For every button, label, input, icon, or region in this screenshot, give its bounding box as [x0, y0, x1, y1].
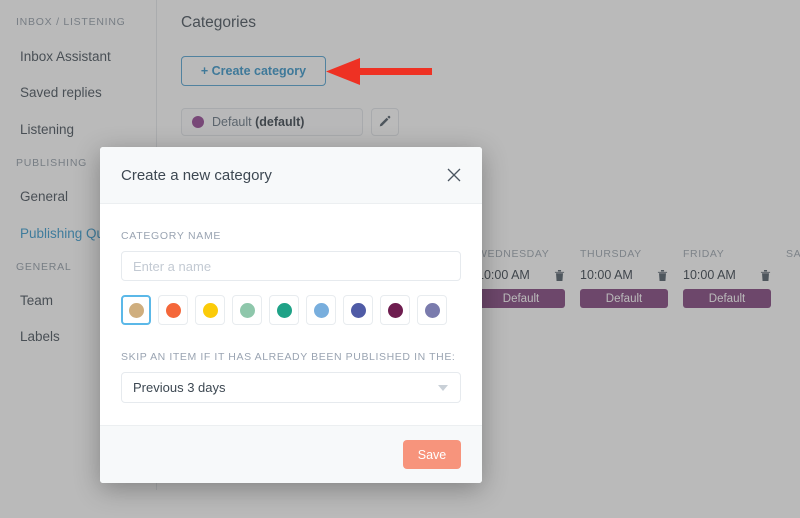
trash-icon[interactable] [657, 269, 668, 282]
skip-rule-select[interactable]: Previous 3 days [121, 372, 461, 403]
sidebar-item-listening[interactable]: Listening [0, 123, 74, 137]
color-swatch-mint[interactable] [232, 295, 262, 325]
sidebar-group-title-publishing: PUBLISHING [16, 157, 88, 169]
color-swatch-teal[interactable] [269, 295, 299, 325]
color-dot-orange [165, 302, 181, 318]
color-dot-teal [276, 302, 292, 318]
category-name-input[interactable] [121, 251, 461, 281]
color-dot-plum [387, 302, 403, 318]
color-swatch-group [121, 295, 461, 325]
category-chip-default[interactable]: Default (default) [181, 108, 363, 136]
close-icon [447, 168, 461, 182]
calendar-column: THURSDAY 10:00 AM Default [580, 248, 683, 308]
calendar-slot-row: 10:00 AM [580, 266, 668, 284]
modal-body: CATEGORY NAME Enter a name SKIP AN ITEM … [100, 204, 482, 425]
pencil-icon [379, 115, 391, 127]
sidebar-item-general-publishing[interactable]: General [0, 190, 68, 204]
color-dot-yellow [202, 302, 218, 318]
color-swatch-light-blue[interactable] [306, 295, 336, 325]
category-list-row: Default (default) [181, 108, 399, 136]
sidebar-item-team[interactable]: Team [0, 294, 53, 308]
trash-icon[interactable] [760, 269, 771, 282]
calendar-category-pill[interactable]: Default [580, 289, 668, 308]
color-swatch-slate-purple[interactable] [417, 295, 447, 325]
category-chip-label: Default (default) [212, 115, 304, 129]
calendar-day-label: SA [786, 248, 800, 260]
trash-icon[interactable] [554, 269, 565, 282]
skip-rule-label: SKIP AN ITEM IF IT HAS ALREADY BEEN PUBL… [121, 351, 456, 363]
save-button[interactable]: Save [403, 440, 461, 469]
color-dot-slate-purple [424, 302, 440, 318]
color-dot-mint [239, 302, 255, 318]
screenshot-root: INBOX / LISTENING Inbox Assistant Saved … [0, 0, 800, 518]
calendar-slot-row: 10:00 AM [683, 266, 771, 284]
calendar-day-label: FRIDAY [683, 248, 725, 260]
color-dot-indigo [350, 302, 366, 318]
sidebar-item-saved-replies[interactable]: Saved replies [0, 86, 102, 100]
create-category-button[interactable]: + Create category [181, 56, 326, 86]
color-dot-light-blue [313, 302, 329, 318]
calendar-column: WEDNESDAY 10:00 AM Default [477, 248, 580, 308]
category-chip-suffix: (default) [255, 115, 305, 129]
close-modal-button[interactable] [444, 165, 464, 185]
modal-header: Create a new category [100, 147, 482, 204]
chevron-down-icon [438, 384, 448, 391]
calendar-column: SA [786, 248, 800, 308]
category-chip-name: Default [212, 115, 252, 129]
color-swatch-tan[interactable] [121, 295, 151, 325]
publishing-calendar: WEDNESDAY 10:00 AM Default THURSDAY 10:0… [477, 248, 800, 308]
sidebar-group-title-inbox: INBOX / LISTENING [16, 16, 126, 28]
category-name-label: CATEGORY NAME [121, 230, 222, 242]
color-swatch-indigo[interactable] [343, 295, 373, 325]
sidebar-group-title-general: GENERAL [16, 261, 72, 273]
calendar-day-label: THURSDAY [580, 248, 642, 260]
sidebar-item-labels[interactable]: Labels [0, 330, 60, 344]
calendar-slot-time: 10:00 AM [683, 268, 736, 282]
skip-rule-selected-value: Previous 3 days [133, 380, 226, 395]
edit-category-button[interactable] [371, 108, 399, 136]
color-dot-tan [128, 302, 144, 318]
calendar-day-label: WEDNESDAY [477, 248, 550, 260]
create-category-modal: Create a new category CATEGORY NAME Ente… [100, 147, 482, 483]
sidebar-item-inbox-assistant[interactable]: Inbox Assistant [0, 50, 111, 64]
color-swatch-plum[interactable] [380, 295, 410, 325]
page-title: Categories [181, 14, 256, 31]
calendar-category-pill[interactable]: Default [683, 289, 771, 308]
modal-title: Create a new category [121, 166, 272, 184]
color-swatch-yellow[interactable] [195, 295, 225, 325]
category-color-dot-icon [192, 116, 204, 128]
calendar-slot-row: 10:00 AM [477, 266, 565, 284]
color-swatch-orange[interactable] [158, 295, 188, 325]
calendar-category-pill[interactable]: Default [477, 289, 565, 308]
calendar-slot-time: 10:00 AM [477, 268, 530, 282]
calendar-slot-time: 10:00 AM [580, 268, 633, 282]
calendar-column: FRIDAY 10:00 AM Default [683, 248, 786, 308]
modal-footer: Save [100, 425, 482, 483]
